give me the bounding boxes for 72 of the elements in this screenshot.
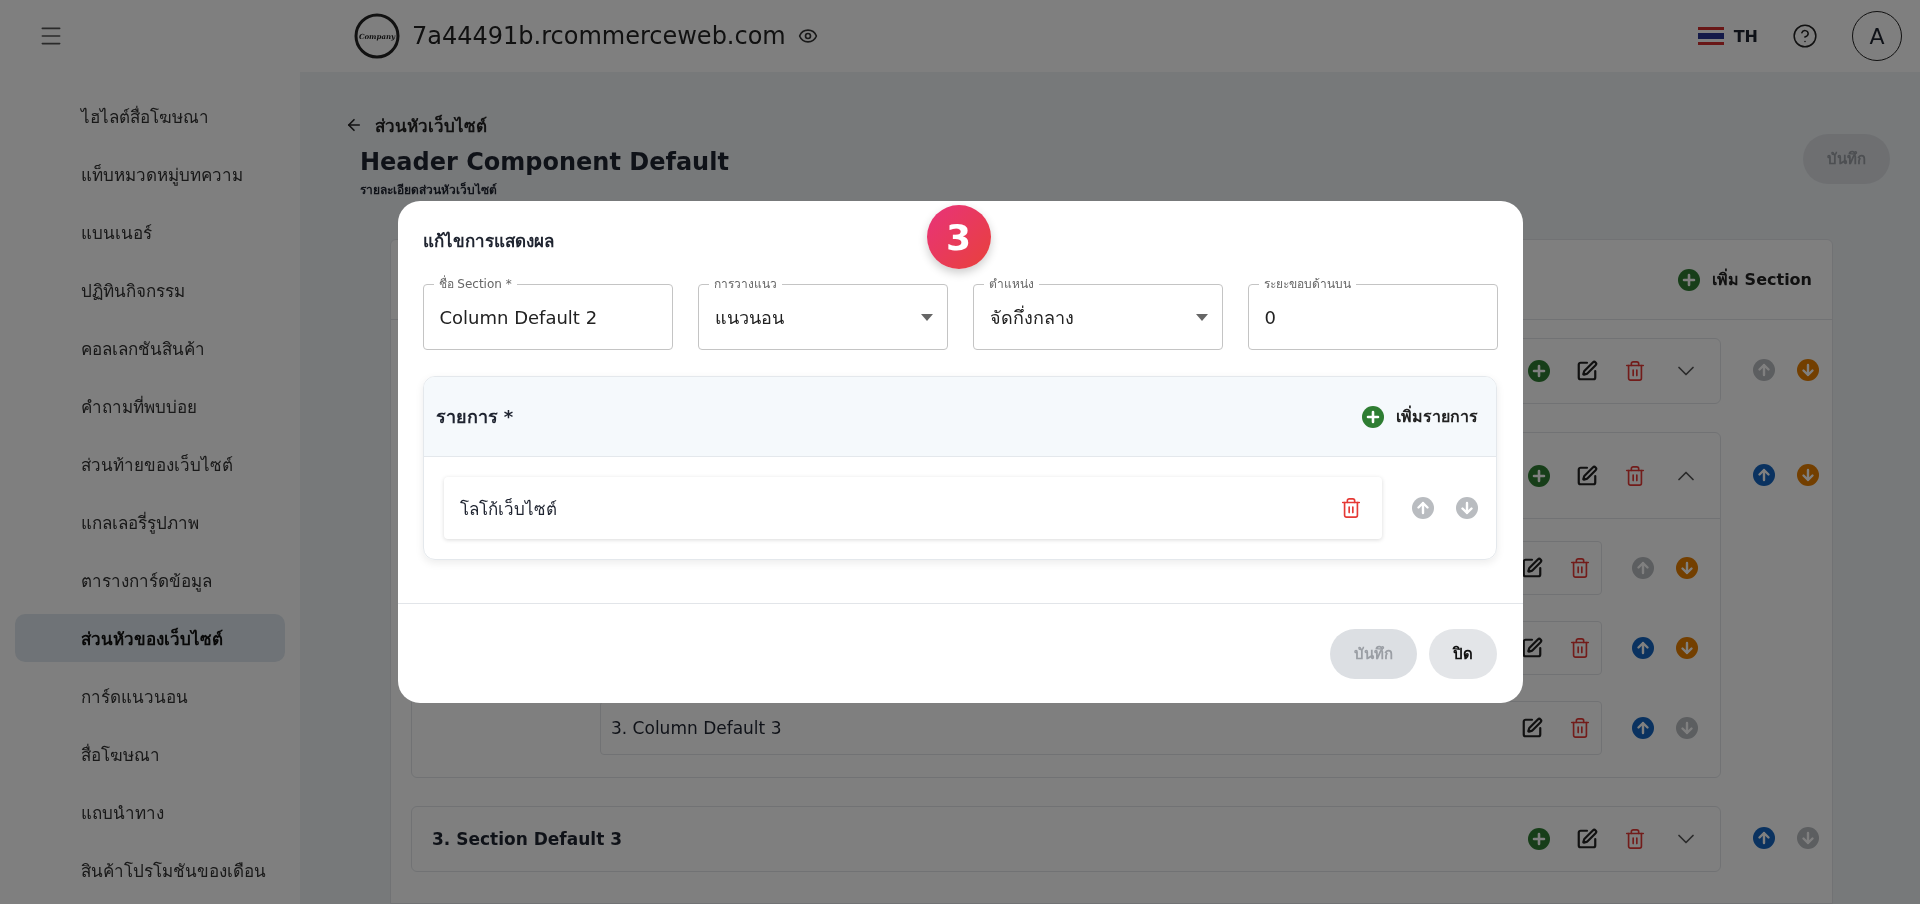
field-value: Column Default 2 [439,307,598,328]
arrow-up-icon[interactable] [1411,497,1434,519]
edit-icon[interactable] [1521,637,1543,659]
page-title: Header Component Default [360,148,729,176]
add-icon[interactable] [1528,828,1550,850]
delete-icon[interactable] [1569,637,1591,659]
delete-icon[interactable] [1624,464,1646,487]
user-avatar[interactable]: A [1852,11,1902,61]
close-button[interactable]: ปิด [1428,628,1497,679]
select-field[interactable]: ตำแหน่ง จัดกึ่งกลาง [972,276,1223,350]
sidebar-item[interactable]: คอลเลกชันสินค้า [15,324,285,372]
delete-icon[interactable] [1624,360,1646,382]
arrow-down-icon[interactable] [1676,717,1698,739]
field-label: ระยะขอบด้านบน [1262,276,1352,292]
step-badge: 3 [926,205,991,269]
site-domain: 7a44491b.rcommerceweb.com [412,22,786,50]
items-title: รายการ * [435,405,514,429]
delete-icon[interactable] [1624,828,1646,850]
delete-icon[interactable] [1339,497,1362,519]
dialog-title: แก้ไขการแสดงผล [422,230,554,253]
eye-icon[interactable] [797,26,818,46]
column-title: 3. Column Default 3 [611,718,782,738]
caret-icon [920,314,933,321]
arrow-down-icon[interactable] [1676,637,1698,659]
arrow-up-icon[interactable] [1753,827,1775,849]
input-field[interactable]: ชื่อ Section * Column Default 2 [422,276,673,350]
add-icon[interactable] [1528,464,1550,487]
field-value: แนวนอน [714,306,784,330]
arrow-down-icon[interactable] [1797,827,1819,849]
page-subtitle: รายละเอียดส่วนหัวเว็บไซต์ [360,181,498,199]
section-title: 3. Section Default 3 [432,829,623,849]
input-field[interactable]: ระยะขอบด้านบน 0 [1247,276,1498,350]
add-icon[interactable] [1528,360,1550,382]
sidebar-item[interactable]: ส่วนท้ายของเว็บไซต์ [15,440,285,488]
arrow-up-icon[interactable] [1632,637,1654,659]
sidebar-item[interactable]: แบนเนอร์ [15,208,285,256]
help-icon[interactable] [1792,23,1818,49]
add-section-button[interactable]: เพิ่ม Section [1678,267,1812,292]
field-value: จัดกึ่งกลาง [989,304,1074,330]
edit-icon[interactable] [1521,557,1543,579]
plus-icon[interactable] [1678,268,1701,291]
arrow-down-icon[interactable] [1797,359,1819,381]
caret-icon [1195,314,1208,321]
sidebar-item[interactable]: แถบนำทาง [15,788,285,836]
arrow-up-icon[interactable] [1753,464,1775,486]
arrow-down-icon[interactable] [1676,557,1698,579]
sidebar-item[interactable]: ตารางการ์ดข้อมูล [15,556,285,604]
arrow-up-icon[interactable] [1753,359,1775,381]
field-value: 0 [1264,307,1276,328]
plus-icon[interactable] [1361,405,1384,428]
arrow-up-icon[interactable] [1632,557,1654,579]
delete-icon[interactable] [1569,557,1591,579]
delete-icon[interactable] [1569,717,1591,739]
field-label: ตำแหน่ง [987,276,1035,292]
item-label: โลโก้เว็บไซต์ [459,497,557,521]
sidebar-item[interactable]: สินค้าโปรโมชันของเดือน [15,846,285,894]
field-label: การวางแนว [712,276,778,292]
arrow-down-icon[interactable] [1797,464,1819,486]
sidebar-item[interactable]: ส่วนหัวของเว็บไซต์ [15,614,285,662]
arrow-down-icon[interactable] [1455,497,1478,519]
flag-icon [1697,27,1724,45]
add-item-button[interactable]: เพิ่มรายการ [1361,404,1478,429]
field-label: ชื่อ Section * [437,276,513,292]
sidebar-item[interactable]: การ์ดแนวนอน [15,672,285,720]
arrow-up-icon[interactable] [1632,717,1654,739]
sidebar-item[interactable]: แท็บหมวดหมู่บทความ [15,150,285,198]
language-selector[interactable]: TH [1697,26,1758,46]
sidebar-item[interactable]: คำถามที่พบบ่อย [15,382,285,430]
sidebar-item[interactable]: ไฮไลต์สื่อโฆษณา [15,92,285,140]
sidebar-item[interactable]: สื่อโฆษณา [15,730,285,778]
sidebar-item[interactable]: ปฏิทินกิจกรรม [15,266,285,314]
sidebar-item[interactable]: แกลเลอรี่รูปภาพ [15,498,285,546]
